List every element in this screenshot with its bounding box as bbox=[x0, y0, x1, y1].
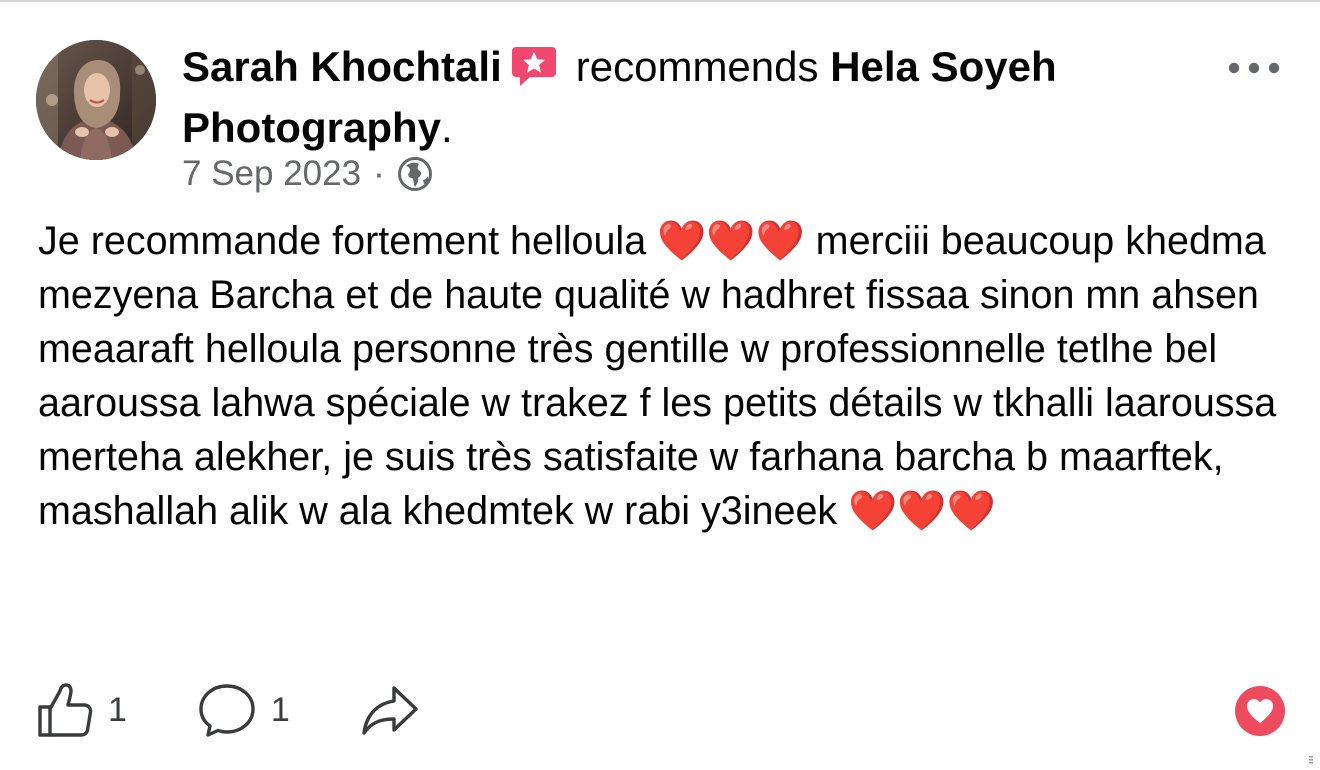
post-header: Sarah Khochtali recommends Hela Soyeh Ph… bbox=[182, 36, 1182, 158]
post-date[interactable]: 7 Sep 2023 bbox=[182, 154, 361, 194]
post-meta: 7 Sep 2023 · bbox=[182, 150, 433, 198]
corner-indicator bbox=[1306, 752, 1316, 764]
heart-glyph bbox=[1247, 699, 1273, 723]
header-period: . bbox=[441, 104, 453, 151]
post-body-text: Je recommande fortement helloula ❤️❤️❤️ … bbox=[38, 219, 1277, 533]
comment-count: 1 bbox=[270, 690, 290, 729]
like-count: 1 bbox=[108, 690, 127, 729]
comment-bubble-icon bbox=[199, 684, 255, 737]
avatar-image bbox=[36, 40, 156, 160]
top-divider bbox=[0, 0, 1320, 2]
share-button[interactable] bbox=[360, 682, 420, 738]
author-name[interactable]: Sarah Khochtali bbox=[182, 43, 502, 90]
star-message-badge-icon bbox=[510, 42, 558, 86]
thumbs-up-icon bbox=[38, 683, 93, 737]
like-button[interactable]: 1 bbox=[36, 681, 127, 739]
meta-separator: · bbox=[373, 154, 385, 193]
recommends-label: recommends bbox=[575, 43, 819, 90]
action-bar: 1 1 bbox=[36, 680, 490, 740]
globe-icon bbox=[397, 156, 433, 192]
more-options-icon[interactable] bbox=[1224, 56, 1284, 80]
heart-reaction-icon[interactable] bbox=[1235, 686, 1285, 736]
share-arrow-icon bbox=[362, 686, 418, 735]
author-avatar[interactable] bbox=[36, 40, 156, 160]
comment-button[interactable]: 1 bbox=[197, 682, 290, 738]
